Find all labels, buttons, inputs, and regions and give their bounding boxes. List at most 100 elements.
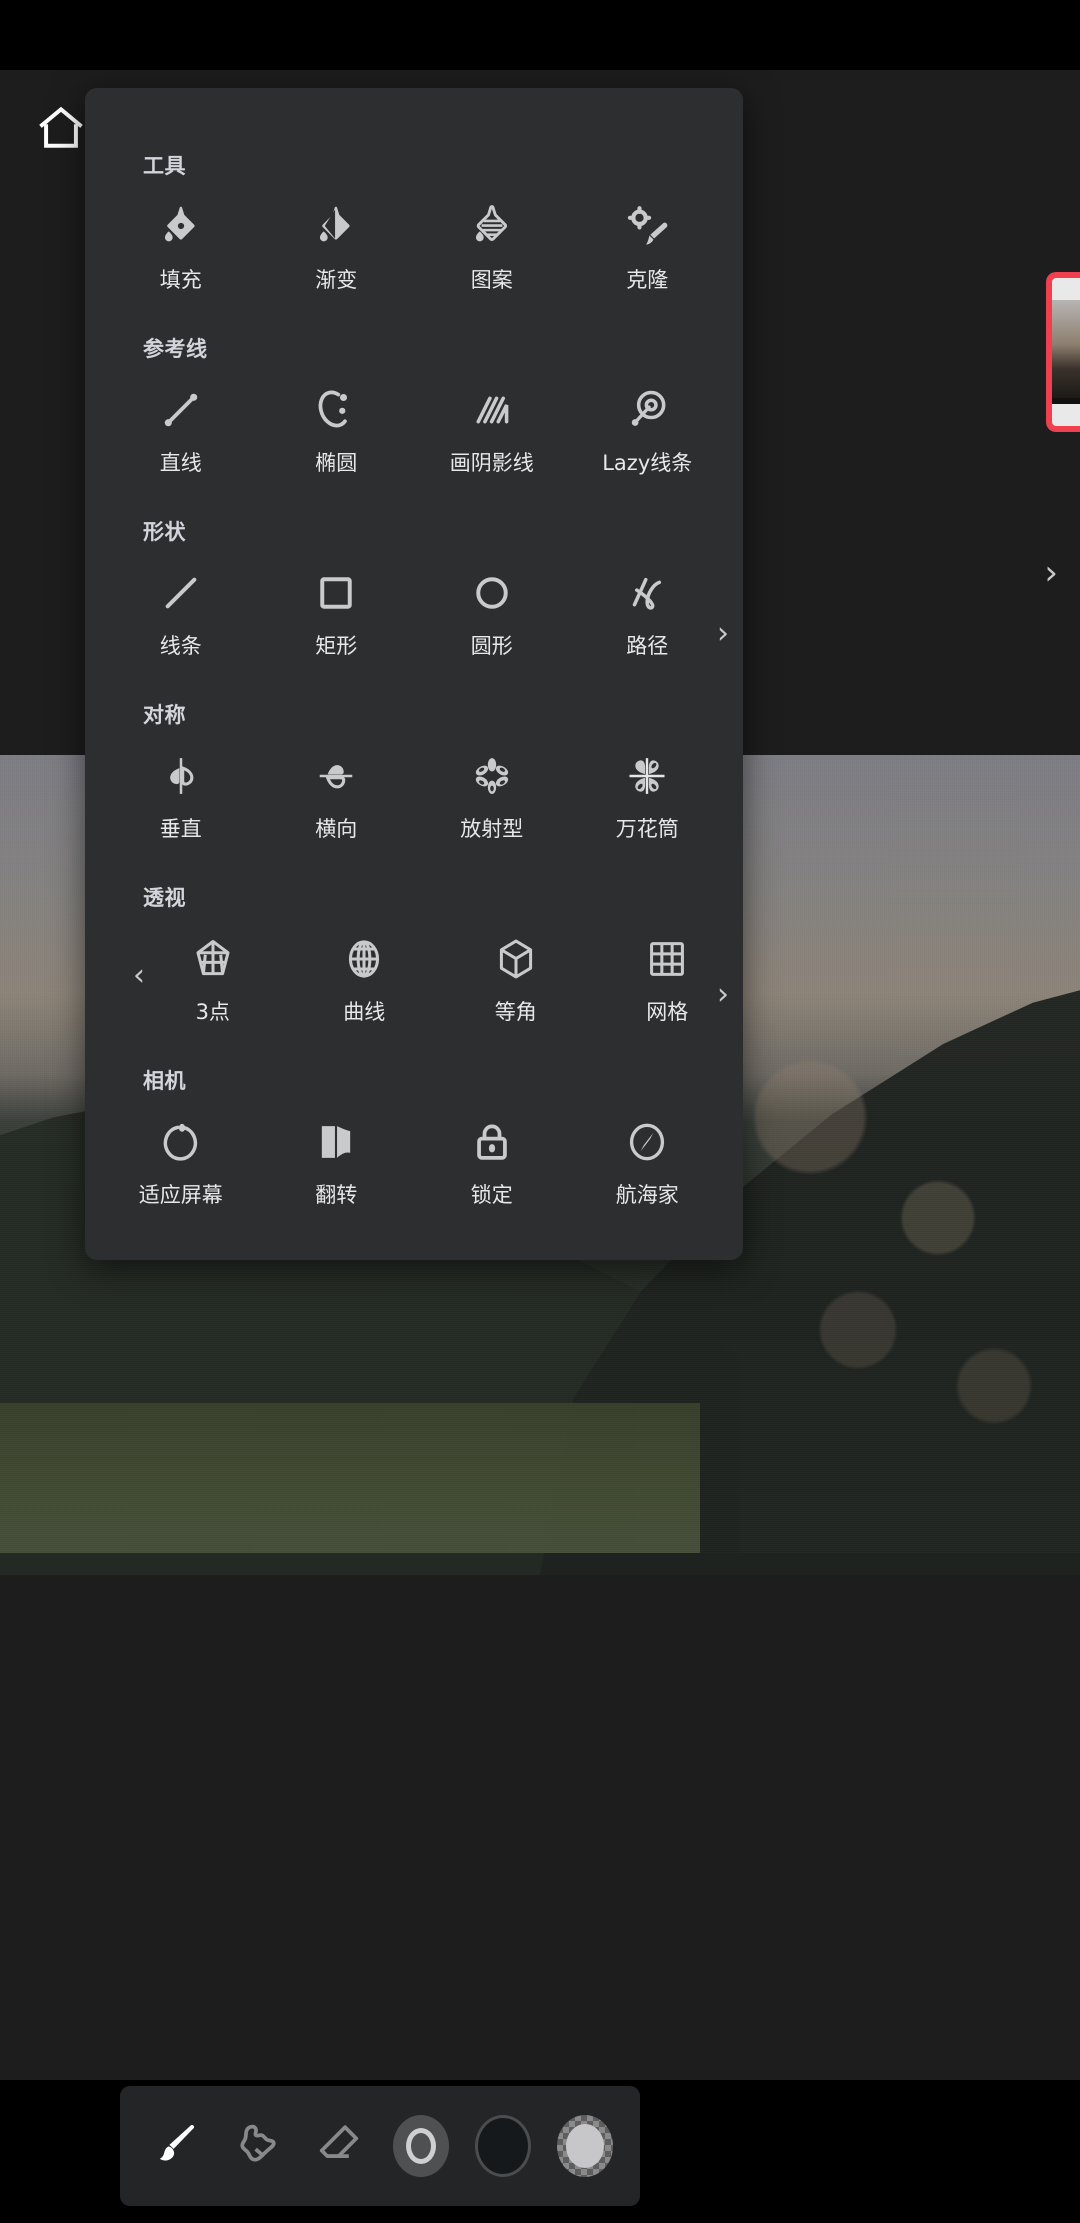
section-guides: 参考线 直线 椭圆 画阴影线 Lazy线条 › bbox=[85, 291, 743, 649]
section-shapes-grid: 线条 矩形 圆形 路径 bbox=[85, 558, 743, 657]
line-shape-icon bbox=[154, 566, 208, 620]
tool-item-clone[interactable]: 克隆 bbox=[570, 192, 726, 291]
shape-item-label: 路径 bbox=[626, 634, 669, 658]
perspective-item-label: 3点 bbox=[195, 1000, 230, 1024]
eraser-icon bbox=[311, 2116, 367, 2176]
shape-item-label: 矩形 bbox=[315, 634, 358, 658]
shape-item-path[interactable]: 路径 bbox=[570, 558, 726, 657]
horizontal-symmetry-icon bbox=[309, 749, 363, 803]
perspective-item-three-point[interactable]: 3点 bbox=[137, 924, 289, 1023]
opacity-button[interactable] bbox=[553, 2114, 617, 2178]
color-swatch bbox=[475, 2115, 531, 2177]
perspective-item-label: 网格 bbox=[646, 1000, 689, 1024]
navigator-compass-icon bbox=[620, 1115, 674, 1169]
perspective-prev-arrow[interactable]: ‹ bbox=[133, 961, 145, 991]
shape-item-label: 线条 bbox=[159, 634, 202, 658]
camera-item-lock[interactable]: 锁定 bbox=[414, 1107, 570, 1206]
path-shape-icon bbox=[620, 566, 674, 620]
lazy-line-guide-icon bbox=[620, 383, 674, 437]
canvas-next-arrow[interactable]: › bbox=[1044, 556, 1058, 590]
shape-item-label: 圆形 bbox=[470, 634, 513, 658]
section-title-perspective: 透视 bbox=[143, 886, 186, 910]
symmetry-item-horizontal[interactable]: 横向 bbox=[259, 741, 415, 840]
symmetry-item-radial[interactable]: 放射型 bbox=[414, 741, 570, 840]
vertical-symmetry-icon bbox=[154, 749, 208, 803]
bottom-toolbar bbox=[120, 2086, 640, 2206]
symmetry-item-label: 垂直 bbox=[159, 817, 202, 841]
layer-thumbnail[interactable] bbox=[1046, 272, 1080, 432]
three-point-perspective-icon bbox=[186, 932, 240, 986]
tool-item-pattern[interactable]: 图案 bbox=[414, 192, 570, 291]
lock-canvas-icon bbox=[465, 1115, 519, 1169]
brush-tool-button[interactable] bbox=[143, 2114, 207, 2178]
section-title-symmetry: 对称 bbox=[143, 703, 186, 727]
fill-droplet-icon bbox=[154, 200, 208, 254]
pattern-droplet-icon bbox=[465, 200, 519, 254]
brush-size-swatch bbox=[393, 2115, 449, 2177]
guide-item-label: Lazy线条 bbox=[602, 451, 693, 475]
guide-item-label: 椭圆 bbox=[315, 451, 358, 475]
color-button[interactable] bbox=[471, 2114, 535, 2178]
kaleidoscope-symmetry-icon bbox=[620, 749, 674, 803]
grid-perspective-icon bbox=[640, 932, 694, 986]
section-perspective: 透视 3点 曲线 等角 网格 ‹ bbox=[85, 840, 743, 1023]
ellipse-guide-icon bbox=[309, 383, 363, 437]
home-icon bbox=[33, 100, 89, 156]
guide-item-hatching[interactable]: 画阴影线 bbox=[414, 375, 570, 474]
brush-size-button[interactable] bbox=[389, 2114, 453, 2178]
section-shapes: 形状 线条 矩形 圆形 路径 › bbox=[85, 474, 743, 1010]
curvilinear-perspective-icon bbox=[337, 932, 391, 986]
guide-item-label: 直线 bbox=[159, 451, 202, 475]
guide-item-label: 画阴影线 bbox=[449, 451, 534, 475]
camera-item-fit-screen[interactable]: 适应屏幕 bbox=[103, 1107, 259, 1206]
perspective-item-label: 等角 bbox=[494, 1000, 537, 1024]
section-perspective-grid: 3点 曲线 等角 网格 bbox=[85, 924, 743, 1023]
tool-item-label: 克隆 bbox=[626, 268, 669, 292]
circle-shape-icon bbox=[465, 566, 519, 620]
eraser-tool-button[interactable] bbox=[307, 2114, 371, 2178]
section-title-tools: 工具 bbox=[143, 154, 186, 178]
rectangle-shape-icon bbox=[309, 566, 363, 620]
guide-item-line[interactable]: 直线 bbox=[103, 375, 259, 474]
layer-thumbnail-bottom bbox=[1052, 404, 1080, 426]
perspective-item-grid[interactable]: 网格 bbox=[592, 924, 744, 1023]
tool-item-label: 填充 bbox=[159, 268, 202, 292]
paintbrush-icon bbox=[147, 2116, 203, 2176]
shape-item-circle[interactable]: 圆形 bbox=[414, 558, 570, 657]
isometric-perspective-icon bbox=[489, 932, 543, 986]
symmetry-item-label: 万花筒 bbox=[615, 817, 679, 841]
guide-item-lazy-line[interactable]: Lazy线条 bbox=[570, 375, 726, 474]
tool-item-fill[interactable]: 填充 bbox=[103, 192, 259, 291]
perspective-item-curvilinear[interactable]: 曲线 bbox=[289, 924, 441, 1023]
section-symmetry: 对称 垂直 横向 放射型 万花筒 bbox=[85, 657, 743, 840]
tools-popup-panel: 工具 填充 渐变 图案 克隆 参考线 直线 椭圆 画阴影线 Lazy线条 › 形… bbox=[85, 88, 743, 1260]
smudge-tool-button[interactable] bbox=[225, 2114, 289, 2178]
flip-canvas-icon bbox=[309, 1115, 363, 1169]
tool-item-label: 渐变 bbox=[315, 268, 358, 292]
tool-item-gradient[interactable]: 渐变 bbox=[259, 192, 415, 291]
guide-item-ellipse[interactable]: 椭圆 bbox=[259, 375, 415, 474]
camera-item-label: 航海家 bbox=[615, 1183, 679, 1207]
camera-item-navigator[interactable]: 航海家 bbox=[570, 1107, 726, 1206]
section-tools: 工具 填充 渐变 图案 克隆 bbox=[85, 88, 743, 291]
home-button[interactable] bbox=[33, 100, 89, 156]
fit-to-screen-icon bbox=[154, 1115, 208, 1169]
symmetry-item-label: 放射型 bbox=[460, 817, 524, 841]
gradient-droplet-icon bbox=[309, 200, 363, 254]
camera-item-flip[interactable]: 翻转 bbox=[259, 1107, 415, 1206]
perspective-item-label: 曲线 bbox=[343, 1000, 386, 1024]
tool-item-label: 图案 bbox=[470, 268, 513, 292]
section-tools-grid: 填充 渐变 图案 克隆 bbox=[85, 192, 743, 291]
layer-thumbnail-image bbox=[1052, 300, 1080, 398]
perspective-item-isometric[interactable]: 等角 bbox=[440, 924, 592, 1023]
section-title-guides: 参考线 bbox=[143, 337, 208, 361]
section-camera-grid: 适应屏幕 翻转 锁定 航海家 bbox=[85, 1107, 743, 1206]
shape-item-line[interactable]: 线条 bbox=[103, 558, 259, 657]
app-screen: › 工具 填充 渐变 图案 克隆 参考线 直线 椭圆 画阴影线 Lazy线条 ›… bbox=[0, 0, 1080, 2223]
layer-thumbnail-top bbox=[1052, 278, 1080, 300]
camera-item-label: 翻转 bbox=[315, 1183, 358, 1207]
radial-symmetry-icon bbox=[465, 749, 519, 803]
symmetry-item-kaleidoscope[interactable]: 万花筒 bbox=[570, 741, 726, 840]
symmetry-item-vertical[interactable]: 垂直 bbox=[103, 741, 259, 840]
shape-item-rectangle[interactable]: 矩形 bbox=[259, 558, 415, 657]
